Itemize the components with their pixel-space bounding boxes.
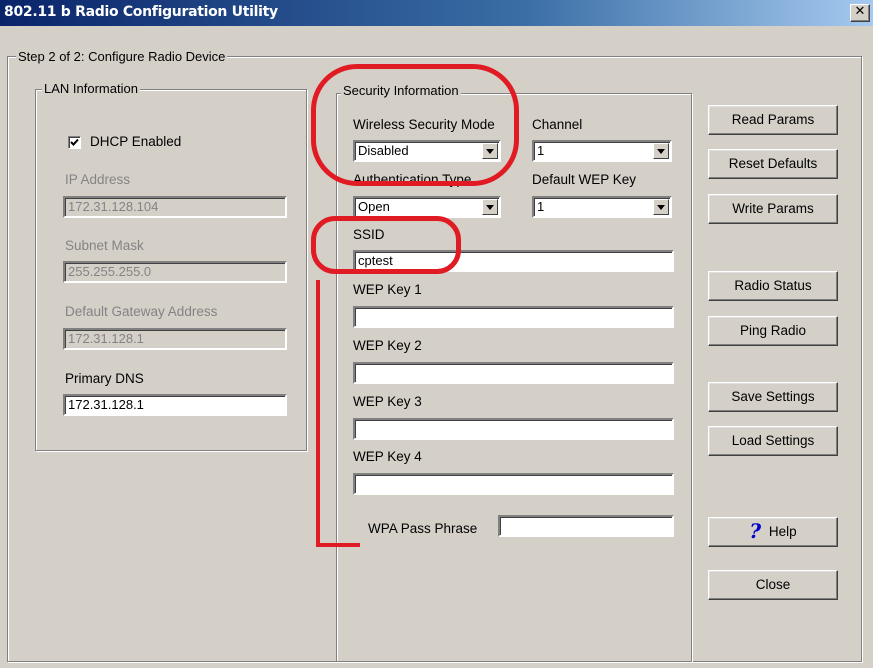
channel-dropdown[interactable]: 1 [532,140,672,162]
annotation-circle-ssid [311,216,461,274]
default-wep-key-value: 1 [537,199,545,214]
title-bar: 802.11 b Radio Configuration Utility ✕ [0,0,873,26]
wep-key-2-label: WEP Key 2 [353,338,422,353]
channel-value: 1 [537,143,545,158]
ip-address-field[interactable]: 172.31.128.104 [63,196,287,218]
wep-key-4-field[interactable] [353,473,674,495]
subnet-mask-field[interactable]: 255.255.255.0 [63,261,287,283]
ping-radio-button[interactable]: Ping Radio [708,316,838,346]
write-params-button[interactable]: Write Params [708,194,838,224]
radio-status-button[interactable]: Radio Status [708,271,838,301]
subnet-mask-label: Subnet Mask [65,238,144,253]
window-title: 802.11 b Radio Configuration Utility [4,4,278,20]
close-icon: ✕ [854,4,866,19]
wep-key-3-label: WEP Key 3 [353,394,422,409]
dropdown-arrow-icon[interactable] [653,143,669,159]
help-button[interactable]: ? Help [708,517,838,547]
dhcp-label: DHCP Enabled [90,134,182,149]
annotation-line-horizontal [316,543,360,547]
default-gateway-field[interactable]: 172.31.128.1 [63,328,287,350]
primary-dns-label: Primary DNS [65,371,144,386]
read-params-button[interactable]: Read Params [708,105,838,135]
default-wep-key-label: Default WEP Key [532,172,637,187]
wep-key-1-field[interactable] [353,306,674,328]
dropdown-arrow-icon[interactable] [653,199,669,215]
checkmark-icon [70,138,79,146]
primary-dns-field[interactable]: 172.31.128.1 [63,394,287,416]
channel-label: Channel [532,117,583,132]
default-gateway-label: Default Gateway Address [65,304,218,319]
default-wep-key-dropdown[interactable]: 1 [532,196,672,218]
wep-key-4-label: WEP Key 4 [353,449,422,464]
help-icon: ? [749,519,762,543]
dropdown-arrow-icon[interactable] [482,199,498,215]
step-group-label: Step 2 of 2: Configure Radio Device [16,49,228,64]
wep-key-3-field[interactable] [353,418,674,440]
authentication-type-dropdown[interactable]: Open [353,196,501,218]
wep-key-1-label: WEP Key 1 [353,282,422,297]
dhcp-checkbox[interactable] [68,136,81,149]
dialog-body: Step 2 of 2: Configure Radio Device LAN … [0,26,873,668]
authentication-type-value: Open [358,199,390,214]
ip-address-label: IP Address [65,172,131,187]
help-label: Help [768,524,797,539]
close-button[interactable]: Close [708,570,838,600]
annotation-circle-security-mode [311,64,519,186]
lan-information-label: LAN Information [42,81,140,96]
save-settings-button[interactable]: Save Settings [708,382,838,412]
reset-defaults-button[interactable]: Reset Defaults [708,149,838,179]
load-settings-button[interactable]: Load Settings [708,426,838,456]
wpa-pass-phrase-label: WPA Pass Phrase [368,521,478,536]
annotation-line-vertical [316,280,320,546]
wpa-pass-phrase-field[interactable] [498,515,674,537]
wep-key-2-field[interactable] [353,362,674,384]
window-close-button[interactable]: ✕ [850,4,870,22]
